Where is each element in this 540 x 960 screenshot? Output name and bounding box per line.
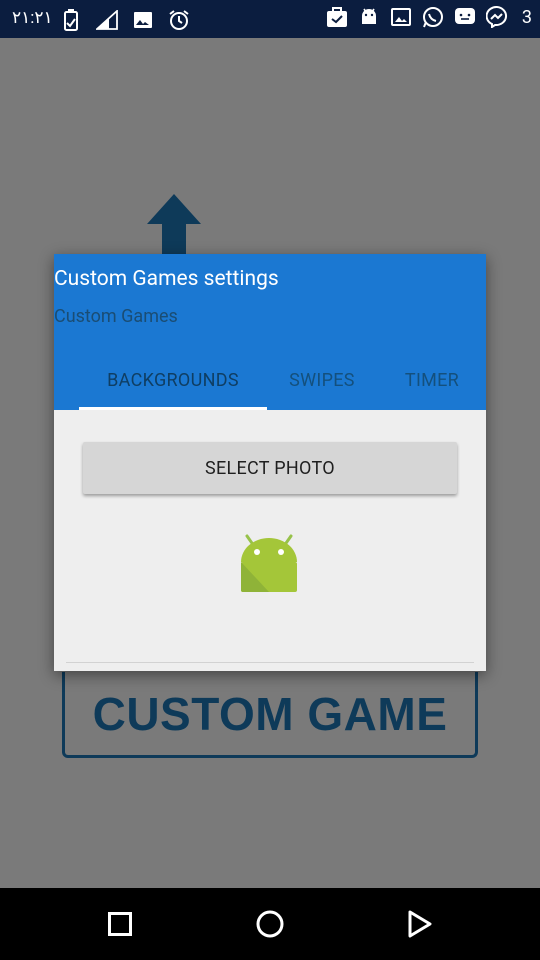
back-icon[interactable] — [404, 908, 436, 940]
alarm-icon — [168, 9, 190, 31]
tab-backgrounds-label: BACKGROUNDS — [107, 370, 239, 391]
whatsapp-icon — [422, 6, 444, 28]
tab-indicator — [79, 407, 267, 410]
tab-bar: BACKGROUNDS SWIPES TIMER — [54, 358, 486, 410]
messenger-icon — [485, 6, 508, 28]
dialog-title: Custom Games settings — [54, 267, 279, 291]
dialog-divider — [66, 662, 474, 663]
custom-game-banner[interactable]: CUSTOM GAME — [62, 672, 478, 758]
battery-saver-icon — [60, 9, 82, 31]
status-right-icons: 3 — [326, 6, 532, 28]
dialog-header: Custom Games settings Custom Games BACKG… — [54, 254, 486, 410]
status-left-icons — [60, 9, 190, 31]
settings-dialog: Custom Games settings Custom Games BACKG… — [54, 254, 486, 671]
tab-timer-label: TIMER — [404, 370, 460, 391]
notification-count: 3 — [521, 6, 532, 28]
tab-swipes[interactable]: SWIPES — [267, 366, 377, 410]
tab-swipes-label: SWIPES — [289, 370, 355, 391]
bag-icon — [326, 6, 348, 28]
home-icon[interactable] — [254, 908, 286, 940]
photo-icon — [390, 6, 412, 28]
android-robot-icon — [241, 534, 297, 592]
status-time: ٢١:٢١ — [12, 8, 53, 28]
navigation-bar — [0, 888, 540, 960]
recent-apps-icon[interactable] — [104, 908, 136, 940]
dialog-subtitle: Custom Games — [54, 306, 178, 327]
tab-timer[interactable]: TIMER — [387, 366, 477, 410]
status-bar: ٢١:٢١ 3 — [0, 0, 540, 38]
image-icon — [132, 9, 154, 31]
signal-icon — [96, 9, 118, 31]
android-icon — [358, 6, 380, 28]
tab-backgrounds[interactable]: BACKGROUNDS — [79, 366, 267, 410]
select-photo-button[interactable]: SELECT PHOTO — [83, 442, 457, 494]
chat-icon — [454, 6, 476, 28]
